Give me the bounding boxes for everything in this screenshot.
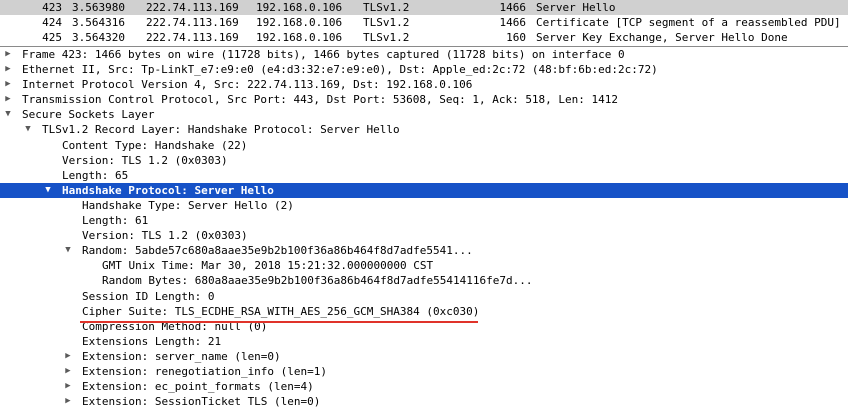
expanded-triangle-icon[interactable]: ▼ [63, 243, 73, 258]
tree-item-handshake-protocol[interactable]: ▼ Handshake Protocol: Server Hello [0, 182, 848, 198]
packet-number: 425 [42, 31, 62, 44]
collapsed-triangle-icon[interactable]: ▶ [3, 47, 13, 62]
expanded-triangle-icon[interactable]: ▼ [43, 183, 53, 198]
tree-item-ssl[interactable]: ▼ Secure Sockets Layer [0, 107, 848, 122]
packet-length: 1466 [499, 1, 527, 14]
expanded-triangle-icon[interactable]: ▼ [23, 122, 33, 137]
collapsed-triangle-icon[interactable]: ▶ [63, 364, 73, 379]
packet-source: 222.74.113.169 [146, 31, 239, 44]
packet-protocol: TLSv1.2 [363, 31, 410, 44]
tree-item-label: Random Bytes: 680a8aae35e9b2b100f36a86b4… [102, 274, 533, 288]
tree-item-label: Length: 61 [82, 214, 149, 228]
tree-item-label: Handshake Type: Server Hello (2) [82, 198, 294, 212]
tree-item-record-layer[interactable]: ▼ TLSv1.2 Record Layer: Handshake Protoc… [0, 122, 848, 137]
packet-number: 424 [42, 16, 62, 29]
tree-item-label: Extensions Length: 21 [82, 334, 222, 348]
tree-item-label: Ethernet II, Src: Tp-LinkT_e7:e9:e0 (e4:… [22, 63, 658, 77]
packet-protocol: TLSv1.2 [363, 16, 410, 29]
packet-time: 3.564316 [72, 16, 125, 29]
packet-destination: 192.168.0.106 [256, 31, 343, 44]
cipher-suite-highlight-underline [80, 321, 478, 323]
packet-protocol: TLSv1.2 [363, 1, 410, 14]
packet-source: 222.74.113.169 [146, 1, 239, 14]
tree-item-handshake-type[interactable]: Handshake Type: Server Hello (2) [0, 198, 848, 213]
packet-time: 3.564320 [72, 31, 125, 44]
packet-info: Server Hello [536, 1, 616, 14]
collapsed-triangle-icon[interactable]: ▶ [63, 349, 73, 364]
expanded-triangle-icon[interactable]: ▼ [3, 107, 13, 122]
tree-item-ip[interactable]: ▶ Internet Protocol Version 4, Src: 222.… [0, 77, 848, 92]
packet-list: 423 3.563980 222.74.113.169 192.168.0.10… [0, 0, 848, 47]
collapsed-triangle-icon[interactable]: ▶ [63, 379, 73, 394]
tree-item-label: Extension: renegotiation_info (len=1) [82, 364, 328, 378]
tree-item-label: Extension: ec_point_formats (len=4) [82, 380, 314, 394]
tree-item-label: Secure Sockets Layer [22, 108, 155, 122]
tree-item-ext-ec-point[interactable]: ▶ Extension: ec_point_formats (len=4) [0, 379, 848, 394]
packet-details-tree: ▶ Frame 423: 1466 bytes on wire (11728 b… [0, 47, 848, 408]
packet-info: Certificate [TCP segment of a reassemble… [536, 16, 841, 29]
tree-item-label: Handshake Protocol: Server Hello [62, 183, 274, 197]
tree-item-tcp[interactable]: ▶ Transmission Control Protocol, Src Por… [0, 92, 848, 107]
tree-item-label: Extension: server_name (len=0) [82, 349, 281, 363]
collapsed-triangle-icon[interactable]: ▶ [3, 77, 13, 92]
tree-item-session-id-length[interactable]: Session ID Length: 0 [0, 289, 848, 304]
packet-source: 222.74.113.169 [146, 16, 239, 29]
tree-item-ethernet[interactable]: ▶ Ethernet II, Src: Tp-LinkT_e7:e9:e0 (e… [0, 62, 848, 77]
packet-row[interactable]: 424 3.564316 222.74.113.169 192.168.0.10… [0, 15, 848, 30]
tree-item-label: Extension: SessionTicket TLS (len=0) [82, 395, 321, 408]
tree-item-random[interactable]: ▼ Random: 5abde57c680a8aae35e9b2b100f36a… [0, 243, 848, 258]
tree-item-label: TLSv1.2 Record Layer: Handshake Protocol… [42, 123, 400, 137]
tree-item-label: Cipher Suite: TLS_ECDHE_RSA_WITH_AES_256… [82, 304, 480, 318]
tree-item-label: Internet Protocol Version 4, Src: 222.74… [22, 78, 473, 92]
packet-length: 1466 [499, 16, 527, 29]
tree-item-hs-length[interactable]: Length: 61 [0, 213, 848, 228]
tree-item-content-type[interactable]: Content Type: Handshake (22) [0, 138, 848, 153]
tree-item-hs-version[interactable]: Version: TLS 1.2 (0x0303) [0, 228, 848, 243]
packet-destination: 192.168.0.106 [256, 1, 343, 14]
tree-item-cipher-suite[interactable]: Cipher Suite: TLS_ECDHE_RSA_WITH_AES_256… [0, 304, 848, 319]
packet-row[interactable]: 423 3.563980 222.74.113.169 192.168.0.10… [0, 0, 848, 15]
packet-row[interactable]: 425 3.564320 222.74.113.169 192.168.0.10… [0, 30, 848, 45]
tree-item-label: Frame 423: 1466 bytes on wire (11728 bit… [22, 48, 625, 61]
tree-item-extensions-length[interactable]: Extensions Length: 21 [0, 334, 848, 349]
tree-item-label: Transmission Control Protocol, Src Port:… [22, 93, 619, 107]
packet-time: 3.563980 [72, 1, 125, 14]
tree-item-label: Length: 65 [62, 168, 129, 182]
tree-item-random-bytes[interactable]: Random Bytes: 680a8aae35e9b2b100f36a86b4… [0, 273, 848, 288]
tree-item-label: Version: TLS 1.2 (0x0303) [82, 229, 248, 243]
tree-item-gmt-time[interactable]: GMT Unix Time: Mar 30, 2018 15:21:32.000… [0, 258, 848, 273]
tree-item-frame[interactable]: ▶ Frame 423: 1466 bytes on wire (11728 b… [0, 47, 848, 62]
collapsed-triangle-icon[interactable]: ▶ [3, 62, 13, 77]
collapsed-triangle-icon[interactable]: ▶ [63, 394, 73, 408]
tree-item-length[interactable]: Length: 65 [0, 168, 848, 183]
packet-length: 160 [506, 31, 526, 44]
tree-item-label: Random: 5abde57c680a8aae35e9b2b100f36a86… [82, 244, 473, 258]
tree-item-label: Content Type: Handshake (22) [62, 138, 248, 152]
tree-item-ext-server-name[interactable]: ▶ Extension: server_name (len=0) [0, 349, 848, 364]
tree-item-ext-renegotiation[interactable]: ▶ Extension: renegotiation_info (len=1) [0, 364, 848, 379]
tree-item-version[interactable]: Version: TLS 1.2 (0x0303) [0, 153, 848, 168]
tree-item-ext-session-ticket[interactable]: ▶ Extension: SessionTicket TLS (len=0) [0, 394, 848, 408]
tree-item-label: Session ID Length: 0 [82, 289, 215, 303]
collapsed-triangle-icon[interactable]: ▶ [3, 92, 13, 107]
packet-destination: 192.168.0.106 [256, 16, 343, 29]
tree-item-label: Version: TLS 1.2 (0x0303) [62, 153, 228, 167]
tree-item-label: GMT Unix Time: Mar 30, 2018 15:21:32.000… [102, 259, 434, 273]
packet-info: Server Key Exchange, Server Hello Done [536, 31, 788, 44]
packet-number: 423 [42, 1, 62, 14]
